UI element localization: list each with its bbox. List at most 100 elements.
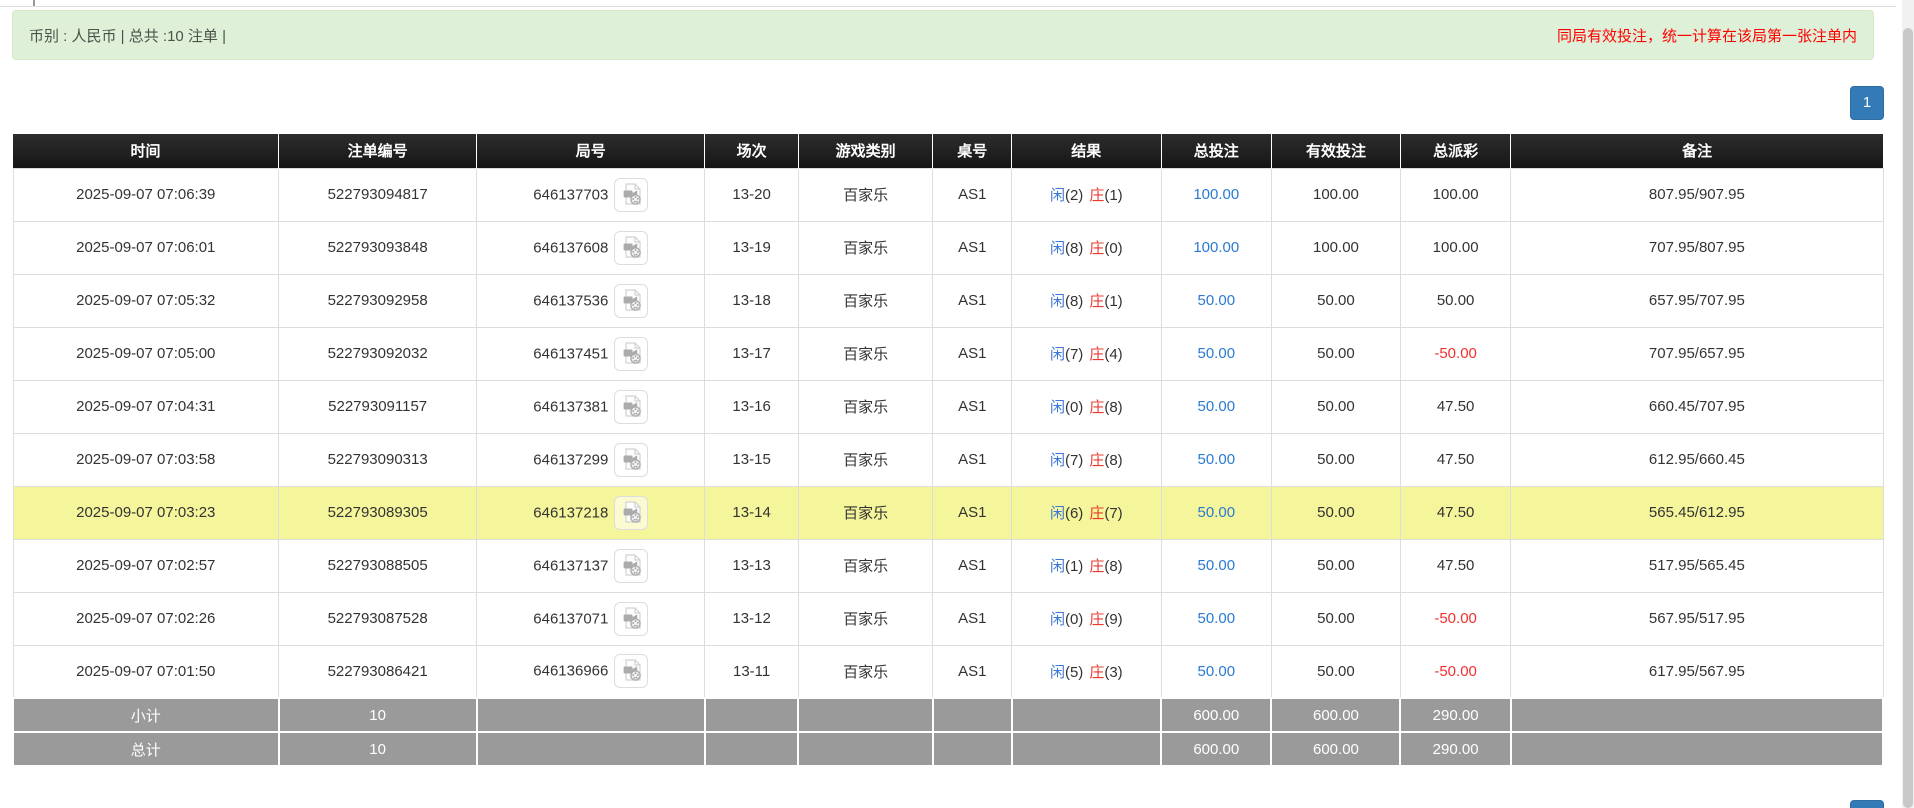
payout-cell: 47.50 (1399, 538, 1512, 593)
round-number: 646137451 (533, 345, 609, 362)
header-bet-number: 注单编号 (278, 134, 477, 168)
total-bet-link[interactable]: 100.00 (1193, 239, 1239, 256)
total-bet-link[interactable]: 50.00 (1198, 504, 1236, 521)
footer-empty-cell (475, 697, 706, 733)
video-replay-button[interactable] (614, 442, 649, 477)
subtotal-valid-bet: 600.00 (1270, 697, 1402, 733)
total-bet-link[interactable]: 50.00 (1198, 292, 1236, 309)
round-cell: 646136966 (476, 644, 706, 699)
payout-cell: -50.00 (1399, 591, 1512, 646)
result-banker-count: (0) (1104, 240, 1123, 257)
header-table-number: 桌号 (932, 134, 1012, 168)
video-icon (623, 553, 642, 576)
video-replay-button[interactable] (614, 230, 649, 265)
valid-bet-cell: 50.00 (1270, 538, 1401, 593)
video-replay-button[interactable] (614, 654, 649, 689)
result-cell: 闲(7) 庄(4) (1011, 326, 1162, 381)
pagination-page-1-bottom[interactable]: 1 (1850, 800, 1884, 808)
footer-empty-cell (931, 731, 1013, 767)
video-replay-button[interactable] (614, 389, 649, 424)
remark-cell: 660.45/707.95 (1510, 379, 1884, 434)
result-player-label: 闲 (1049, 452, 1065, 469)
result-player-label: 闲 (1049, 293, 1065, 310)
table-row: 2025-09-07 07:05:32 522793092958 6461375… (12, 273, 1884, 328)
session-cell: 13-20 (704, 167, 799, 222)
total-payout: 290.00 (1399, 731, 1512, 767)
total-bet-cell: 50.00 (1160, 644, 1272, 699)
table-number-cell: AS1 (932, 167, 1013, 222)
table-row: 2025-09-07 07:03:23 522793089305 6461372… (12, 485, 1884, 540)
video-icon (623, 235, 642, 258)
round-cell: 646137381 (476, 379, 706, 434)
result-banker-label: 庄 (1089, 505, 1105, 522)
time-cell: 2025-09-07 07:03:23 (12, 485, 280, 540)
session-cell: 13-15 (704, 432, 799, 487)
result-player-count: (2) (1064, 187, 1084, 204)
result-player-count: (1) (1064, 558, 1084, 575)
result-cell: 闲(0) 庄(8) (1011, 379, 1162, 434)
footer-empty-cell (1010, 731, 1163, 767)
scrollbar-thumb[interactable] (1903, 28, 1913, 808)
round-cell: 646137608 (476, 220, 706, 275)
video-replay-button[interactable] (614, 283, 649, 318)
result-player-count: (7) (1064, 452, 1084, 469)
remark-cell: 807.95/907.95 (1510, 167, 1884, 222)
table-number-cell: AS1 (932, 326, 1013, 381)
total-bet-link[interactable]: 50.00 (1198, 610, 1236, 627)
round-cell: 646137703 (476, 167, 706, 222)
video-icon (623, 606, 642, 629)
video-replay-button[interactable] (614, 601, 649, 636)
game-type-cell: 百家乐 (797, 326, 934, 381)
video-replay-button[interactable] (614, 336, 649, 371)
result-cell: 闲(2) 庄(1) (1011, 167, 1162, 222)
time-cell: 2025-09-07 07:03:58 (12, 432, 280, 487)
total-bet-link[interactable]: 50.00 (1198, 557, 1236, 574)
video-replay-button[interactable] (614, 177, 649, 212)
video-icon (623, 659, 642, 682)
bet-number-cell: 522793089305 (278, 485, 478, 540)
total-bet-link[interactable]: 50.00 (1198, 451, 1236, 468)
valid-bet-cell: 50.00 (1270, 591, 1401, 646)
result-cell: 闲(6) 庄(7) (1011, 485, 1162, 540)
total-bet-cell: 50.00 (1160, 379, 1272, 434)
header-remark: 备注 (1510, 134, 1883, 168)
subtotal-payout: 290.00 (1399, 697, 1512, 733)
result-cell: 闲(8) 庄(1) (1011, 273, 1162, 328)
bet-number-cell: 522793092958 (278, 273, 478, 328)
remark-cell: 617.95/567.95 (1510, 644, 1884, 699)
summary-banner: 币别 : 人民币 | 总共 :10 注单 | 同局有效投注，统一计算在该局第一张… (12, 10, 1874, 60)
remark-cell: 657.95/707.95 (1510, 273, 1884, 328)
caret-artifact (33, 0, 35, 6)
valid-bet-cell: 100.00 (1270, 167, 1401, 222)
footer-empty-cell (1509, 731, 1885, 767)
game-type-cell: 百家乐 (797, 432, 934, 487)
video-replay-button[interactable] (614, 548, 649, 583)
header-valid-bet: 有效投注 (1270, 134, 1401, 168)
scrollbar-track[interactable] (1902, 0, 1914, 808)
table-number-cell: AS1 (932, 644, 1013, 699)
pagination-page-1-top[interactable]: 1 (1850, 86, 1884, 120)
session-cell: 13-13 (704, 538, 799, 593)
total-bet-link[interactable]: 50.00 (1198, 345, 1236, 362)
valid-bet-cell: 100.00 (1270, 220, 1401, 275)
round-cell: 646137299 (476, 432, 706, 487)
header-time: 时间 (13, 134, 279, 168)
session-cell: 13-18 (704, 273, 799, 328)
video-replay-button[interactable] (614, 495, 649, 530)
result-banker-label: 庄 (1089, 611, 1105, 628)
total-bet-link[interactable]: 50.00 (1198, 663, 1236, 680)
result-banker-label: 庄 (1089, 293, 1105, 310)
total-bet-link[interactable]: 50.00 (1198, 398, 1236, 415)
total-bet-link[interactable]: 100.00 (1193, 186, 1239, 203)
bet-number-cell: 522793091157 (278, 379, 478, 434)
total-valid-bet: 600.00 (1270, 731, 1402, 767)
header-total-bet: 总投注 (1160, 134, 1272, 168)
session-cell: 13-19 (704, 220, 799, 275)
time-cell: 2025-09-07 07:06:01 (12, 220, 280, 275)
total-total-bet: 600.00 (1160, 731, 1273, 767)
session-cell: 13-16 (704, 379, 799, 434)
round-number: 646137608 (533, 239, 609, 256)
table-row: 2025-09-07 07:06:39 522793094817 6461377… (12, 167, 1884, 222)
result-cell: 闲(0) 庄(9) (1011, 591, 1162, 646)
result-banker-count: (8) (1104, 452, 1123, 469)
